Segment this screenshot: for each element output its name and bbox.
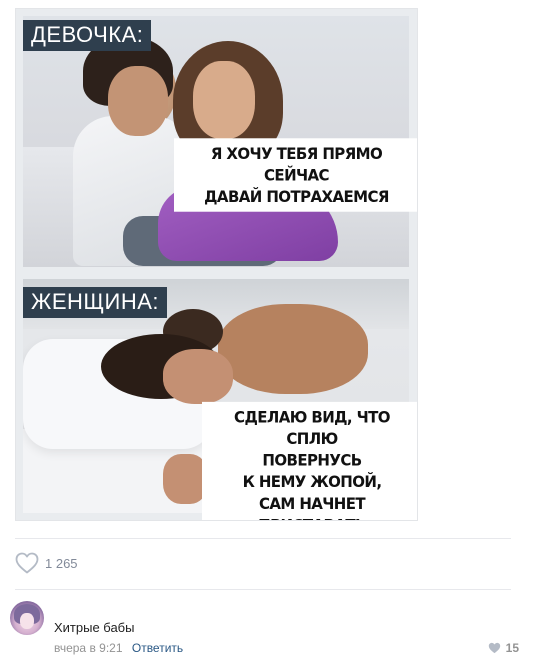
caption-line: СДЕЛАЮ ВИД, ЧТО СПЛЮ <box>234 407 390 449</box>
caption-line: САМ НАЧНЕТ ПРИСТАВАТЬ <box>258 493 366 520</box>
meme-caption-girl: Я ХОЧУ ТЕБЯ ПРЯМО СЕЙЧАС ДАВАЙ ПОТРАХАЕМ… <box>174 138 417 212</box>
comment-author[interactable]: Хитрые бабы <box>54 620 134 635</box>
meme-image[interactable]: ДЕВОЧКА: Я ХОЧУ ТЕБЯ ПРЯМО СЕЙЧАС ДАВАЙ … <box>15 8 418 521</box>
divider <box>15 589 511 590</box>
post-likes-count: 1 265 <box>45 555 78 571</box>
caption-line: ПОВЕРНУСЬ <box>262 450 362 470</box>
caption-line: Я ХОЧУ ТЕБЯ ПРЯМО СЕЙЧАС <box>210 143 383 185</box>
comment: Хитрые бабы вчера в 9:21 Ответить 15 <box>10 601 525 656</box>
heart-outline-icon <box>15 552 39 574</box>
comment-like-button[interactable]: 15 <box>488 641 519 655</box>
meme-caption-woman: СДЕЛАЮ ВИД, ЧТО СПЛЮ ПОВЕРНУСЬ К НЕМУ ЖО… <box>202 401 417 520</box>
divider <box>15 538 511 539</box>
comment-meta: вчера в 9:21 Ответить <box>54 641 183 655</box>
meme-label-woman: ЖЕНЩИНА: <box>23 287 167 318</box>
post-like-button[interactable]: 1 265 <box>15 550 78 576</box>
comment-time[interactable]: вчера в 9:21 <box>54 641 123 655</box>
comment-likes-count: 15 <box>505 641 519 655</box>
post-page: ДЕВОЧКА: Я ХОЧУ ТЕБЯ ПРЯМО СЕЙЧАС ДАВАЙ … <box>0 0 540 656</box>
avatar[interactable] <box>10 601 44 635</box>
reply-link[interactable]: Ответить <box>132 641 183 655</box>
caption-line: ДАВАЙ ПОТРАХАЕМСЯ <box>204 186 389 207</box>
meme-label-girl: ДЕВОЧКА: <box>23 20 152 51</box>
caption-line: К НЕМУ ЖОПОЙ, <box>242 472 382 492</box>
heart-icon <box>488 642 500 654</box>
